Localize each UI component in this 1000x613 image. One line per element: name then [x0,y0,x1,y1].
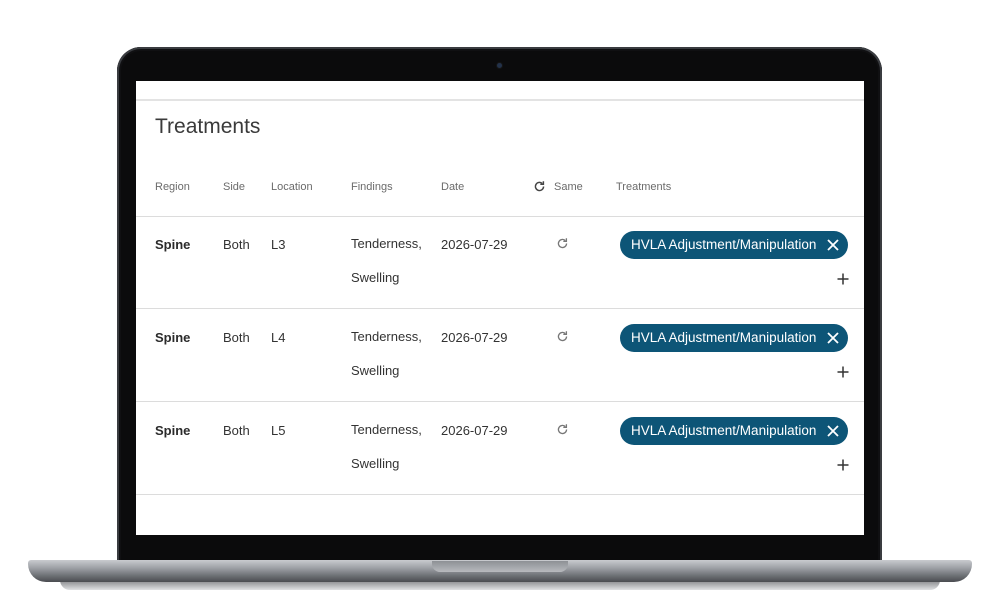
cell-findings: Tenderness, Swelling [351,227,422,295]
cell-location: L5 [271,423,286,438]
webcam [497,63,502,68]
close-icon[interactable] [826,331,840,345]
close-icon[interactable] [826,424,840,438]
row-divider [136,401,864,402]
row-divider [136,308,864,309]
treatment-chip-label: HVLA Adjustment/Manipulation [631,423,817,438]
treatment-chip-label: HVLA Adjustment/Manipulation [631,237,817,252]
cell-side: Both [223,237,250,252]
cell-region: Spine [155,237,191,252]
column-header-treatments: Treatments [616,181,672,193]
column-header-findings: Findings [351,181,393,193]
table-row: Spine Both L3 Tenderness, Swelling 2026-… [136,217,864,309]
cell-side: Both [223,423,250,438]
findings-line: Swelling [351,270,400,285]
treatment-chip-label: HVLA Adjustment/Manipulation [631,330,817,345]
refresh-icon[interactable] [556,330,569,343]
cell-region: Spine [155,330,191,345]
cell-location: L3 [271,237,286,252]
table-row: Spine Both L4 Tenderness, Swelling 2026-… [136,310,864,402]
laptop-opening-notch [432,561,568,572]
findings-line: Tenderness, [351,422,422,437]
findings-line: Tenderness, [351,236,422,251]
plus-icon[interactable] [836,272,850,286]
refresh-icon[interactable] [556,237,569,250]
refresh-icon[interactable] [533,180,546,193]
cell-location: L4 [271,330,286,345]
plus-icon[interactable] [836,458,850,472]
treatment-chip[interactable]: HVLA Adjustment/Manipulation [620,324,848,352]
app-top-bar [136,81,864,101]
cell-region: Spine [155,423,191,438]
treatment-chip[interactable]: HVLA Adjustment/Manipulation [620,417,848,445]
findings-line: Tenderness, [351,329,422,344]
screen: Treatments Region Side Location Findings… [136,81,864,535]
cell-date: 2026-07-29 [441,423,508,438]
refresh-icon[interactable] [556,423,569,436]
cell-date: 2026-07-29 [441,330,508,345]
table-row: Spine Both L5 Tenderness, Swelling 2026-… [136,403,864,495]
column-header-region: Region [155,181,190,193]
cell-findings: Tenderness, Swelling [351,413,422,481]
column-header-date: Date [441,181,465,193]
treatment-chip[interactable]: HVLA Adjustment/Manipulation [620,231,848,259]
findings-line: Swelling [351,456,400,471]
page-title: Treatments [155,115,261,138]
column-header-same: Same [554,181,583,193]
plus-icon[interactable] [836,365,850,379]
cell-findings: Tenderness, Swelling [351,320,422,388]
close-icon[interactable] [826,238,840,252]
cell-side: Both [223,330,250,345]
findings-line: Swelling [351,363,400,378]
column-header-side: Side [223,181,246,193]
row-divider [136,494,864,495]
cell-date: 2026-07-29 [441,237,508,252]
column-header-location: Location [271,181,313,193]
